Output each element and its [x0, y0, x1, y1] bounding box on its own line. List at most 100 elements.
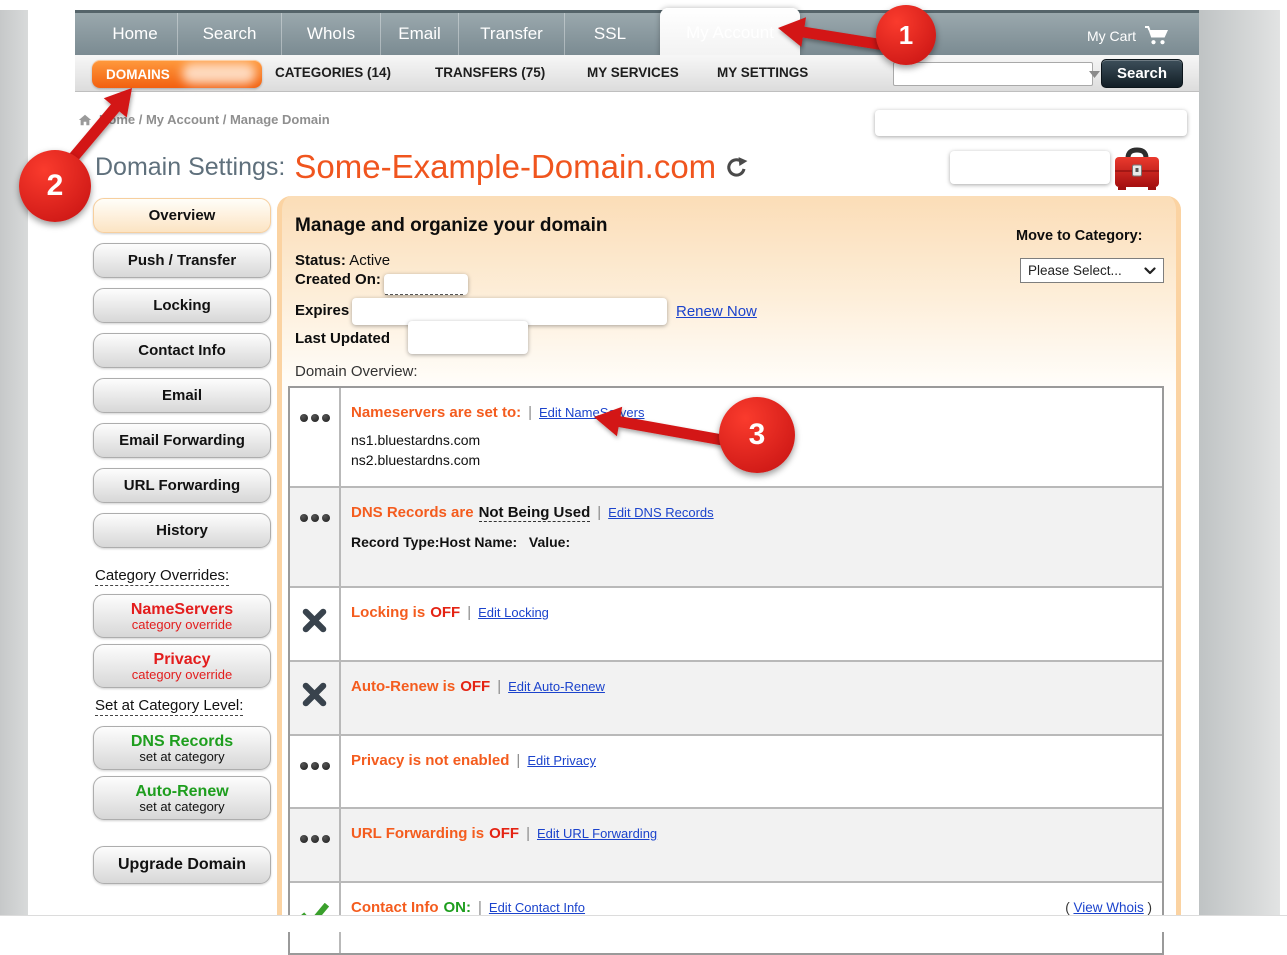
- redacted-domain-count: [182, 63, 256, 84]
- override-title: Privacy: [154, 651, 211, 668]
- breadcrumb-text: Home / My Account / Manage Domain: [99, 112, 330, 127]
- subnav-tab-domains-active[interactable]: DOMAINS: [92, 60, 262, 88]
- sidebar-button-nameservers-override[interactable]: NameServers category override: [93, 594, 271, 638]
- row-title: DNS Records are: [351, 504, 474, 521]
- annotation-circle-2: 2: [19, 150, 91, 222]
- ellipsis-icon: [290, 488, 341, 586]
- sidebar-button-dns-records-category[interactable]: DNS Records set at category: [93, 726, 271, 770]
- left-gutter: [0, 10, 28, 915]
- nav-tab-email[interactable]: Email: [380, 13, 458, 55]
- ellipsis-icon: [290, 736, 341, 807]
- page-cutoff: [0, 915, 1287, 932]
- subnav-tab-transfers[interactable]: TRANSFERS (75): [435, 65, 545, 80]
- separator: |: [516, 752, 520, 769]
- separator: |: [528, 404, 532, 421]
- row-status: Not Being Used: [479, 504, 591, 522]
- my-cart-button[interactable]: My Cart: [1087, 25, 1171, 46]
- view-whois-note: ( View Whois ): [1065, 900, 1152, 915]
- domains-label: DOMAINS: [106, 67, 170, 82]
- sidebar-tab-overview[interactable]: Overview: [93, 198, 271, 233]
- status-value: Active: [349, 252, 390, 269]
- domain-name: Some-Example-Domain.com: [294, 148, 716, 186]
- sidebar-tab-locking[interactable]: Locking: [93, 288, 271, 323]
- category-subtitle: set at category: [139, 750, 224, 764]
- subnav-tab-categories[interactable]: CATEGORIES (14): [275, 65, 391, 80]
- sidebar-button-privacy-override[interactable]: Privacy category override: [93, 644, 271, 688]
- category-overrides-label: Category Overrides:: [95, 567, 229, 586]
- row-title: Privacy is not enabled: [351, 752, 509, 769]
- sidebar-tab-contact-info[interactable]: Contact Info: [93, 333, 271, 368]
- table-row-url-forwarding: URL Forwarding is OFF | Edit URL Forward…: [290, 807, 1162, 881]
- toolbox-icon[interactable]: [1112, 145, 1162, 198]
- nav-tab-ssl[interactable]: SSL: [564, 13, 655, 55]
- category-subtitle: set at category: [139, 800, 224, 814]
- subnav-tab-my-settings[interactable]: MY SETTINGS: [717, 65, 808, 80]
- domain-overview-table: Nameservers are set to: | Edit NameServe…: [288, 386, 1164, 955]
- row-title: Nameservers are set to:: [351, 404, 521, 421]
- created-on-line: Created On:: [295, 271, 381, 288]
- last-updated-line: Last Updated: [295, 330, 390, 347]
- redacted-value-box: [875, 110, 1187, 136]
- sidebar-tab-push-transfer[interactable]: Push / Transfer: [93, 243, 271, 278]
- nav-tab-search[interactable]: Search: [177, 13, 281, 55]
- created-on-label: Created On:: [295, 271, 381, 288]
- search-button[interactable]: Search: [1101, 59, 1183, 88]
- redacted-value-box: [950, 151, 1110, 184]
- paren-close: ): [1144, 900, 1152, 915]
- domain-search-input[interactable]: [894, 63, 1082, 85]
- edit-dns-records-link[interactable]: Edit DNS Records: [608, 505, 713, 520]
- subnav-tab-my-services[interactable]: MY SERVICES: [587, 65, 679, 80]
- dashed-underline: [385, 294, 463, 295]
- separator: |: [467, 604, 471, 621]
- override-subtitle: category override: [132, 668, 232, 682]
- row-status: OFF: [430, 604, 460, 621]
- sidebar-button-auto-renew-category[interactable]: Auto-Renew set at category: [93, 776, 271, 820]
- separator: |: [597, 504, 601, 521]
- annotation-circle-3: 3: [719, 397, 795, 473]
- row-title: Contact Info: [351, 899, 439, 916]
- override-title: NameServers: [131, 601, 233, 618]
- edit-url-forwarding-link[interactable]: Edit URL Forwarding: [537, 826, 657, 841]
- category-select[interactable]: Please Select...: [1020, 258, 1164, 283]
- my-cart-label: My Cart: [1087, 28, 1136, 44]
- account-sub-navigation: DOMAINS CATEGORIES (14) TRANSFERS (75) M…: [75, 55, 1199, 92]
- nav-tab-transfer[interactable]: Transfer: [458, 13, 564, 55]
- category-title: Auto-Renew: [135, 783, 228, 800]
- nav-tab-home[interactable]: Home: [93, 13, 177, 55]
- view-whois-link[interactable]: View Whois: [1073, 900, 1143, 915]
- row-status: ON:: [444, 899, 472, 916]
- sidebar-tab-email-forwarding[interactable]: Email Forwarding: [93, 423, 271, 458]
- row-title: Locking is: [351, 604, 425, 621]
- page-title: Domain Settings: Some-Example-Domain.com: [95, 148, 748, 186]
- ellipsis-icon: [290, 809, 341, 881]
- upgrade-domain-button[interactable]: Upgrade Domain: [93, 846, 271, 884]
- cross-icon: [290, 588, 341, 660]
- edit-locking-link[interactable]: Edit Locking: [478, 605, 549, 620]
- nav-tab-my-account-active[interactable]: My Account: [660, 8, 800, 58]
- edit-auto-renew-link[interactable]: Edit Auto-Renew: [508, 679, 605, 694]
- last-updated-label: Last Updated: [295, 330, 390, 347]
- separator: |: [526, 825, 530, 842]
- redacted-updated-date: [408, 321, 528, 354]
- renew-now-link[interactable]: Renew Now: [676, 303, 757, 320]
- sidebar-tab-history[interactable]: History: [93, 513, 271, 548]
- edit-privacy-link[interactable]: Edit Privacy: [527, 753, 596, 768]
- category-select-value: Please Select...: [1028, 263, 1122, 278]
- sidebar-tab-email[interactable]: Email: [93, 378, 271, 413]
- manage-heading: Manage and organize your domain: [295, 215, 608, 237]
- edit-nameservers-link[interactable]: Edit NameServers: [539, 405, 644, 420]
- domain-overview-label: Domain Overview:: [295, 363, 418, 380]
- row-title: URL Forwarding is: [351, 825, 484, 842]
- top-navigation: Home Search WhoIs Email Transfer SSL My …: [75, 10, 1199, 55]
- cart-icon: [1144, 25, 1171, 46]
- chevron-down-icon: [1144, 267, 1156, 275]
- edit-contact-info-link[interactable]: Edit Contact Info: [489, 900, 585, 915]
- dns-record-headers: Record Type:Host Name: Value:: [351, 534, 1150, 550]
- nav-tab-whois[interactable]: WhoIs: [281, 13, 380, 55]
- domain-search-combobox[interactable]: [893, 62, 1093, 86]
- right-gutter: [1199, 10, 1280, 915]
- sidebar-tab-url-forwarding[interactable]: URL Forwarding: [93, 468, 271, 503]
- breadcrumb[interactable]: Home / My Account / Manage Domain: [78, 112, 330, 127]
- refresh-icon[interactable]: [725, 156, 748, 179]
- table-row-locking: Locking is OFF | Edit Locking: [290, 586, 1162, 660]
